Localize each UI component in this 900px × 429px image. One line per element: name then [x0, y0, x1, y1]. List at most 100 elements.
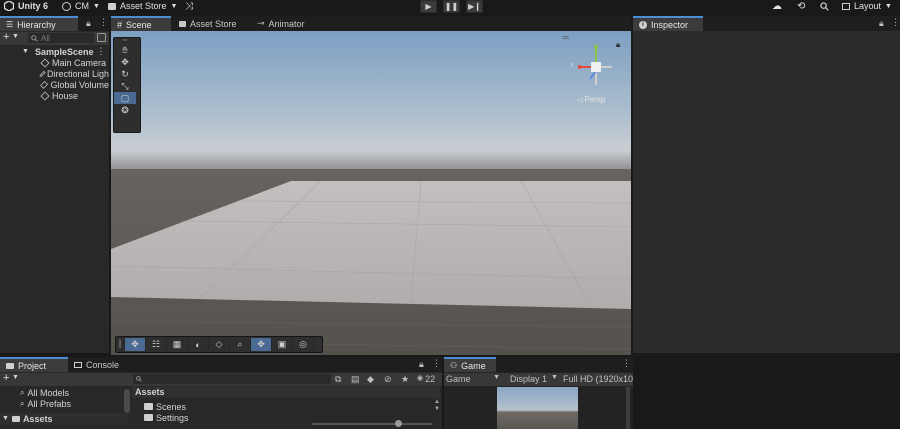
zoom-button[interactable]: ⌕: [230, 338, 251, 351]
resolution-select[interactable]: Full HD (1920x108: [563, 374, 633, 384]
tab-scene[interactable]: # Scene: [111, 16, 171, 31]
center-pivot-button[interactable]: ✥: [125, 338, 146, 351]
search-filter-icon[interactable]: [97, 33, 106, 42]
visible-count-toggle[interactable]: ◉ 22: [417, 374, 435, 384]
gameobject-icon: [40, 57, 50, 68]
layout-button[interactable]: Layout ▼: [842, 0, 892, 12]
more-icon[interactable]: ⋮: [891, 17, 900, 28]
global-toggle-button[interactable]: ☷: [146, 338, 167, 351]
asset-store-button[interactable]: Asset Store ▼: [108, 0, 177, 12]
search-by-label-icon[interactable]: ▤: [351, 374, 360, 385]
grid-snap-button[interactable]: ▦: [167, 338, 188, 351]
step-button[interactable]: ▶❙: [466, 0, 483, 13]
scene-view[interactable]: ═ ✋︎ ✥ ↻ ⤡ ▢ ❂ ═ 🔒︎ x ◁ Persp ║ ✥ ☷ ▦ ◐ …: [111, 31, 631, 355]
more-icon[interactable]: ⋮: [96, 46, 105, 57]
unity-menu[interactable]: Unity 6: [4, 0, 48, 12]
tab-hierarchy[interactable]: ☰ Hierarchy: [0, 16, 78, 31]
transform-tool-button[interactable]: ❂: [114, 104, 136, 116]
chevron-down-icon: ▼: [885, 2, 892, 10]
folder-item[interactable]: Scenes: [144, 401, 186, 412]
magnifier-icon: ⌕: [237, 339, 243, 349]
project-search-input[interactable]: [133, 374, 331, 384]
more-icon[interactable]: ⋮: [99, 17, 108, 28]
history-icon[interactable]: ⟲: [797, 0, 805, 12]
lock-icon[interactable]: 🔒︎: [879, 18, 884, 29]
assets-root-row[interactable]: ▼ Assets: [0, 413, 128, 424]
tab-animator[interactable]: ⊸ Animator: [251, 16, 311, 31]
top-toolbar: Unity 6 CM ▼ Asset Store ▼ ⤨ ▶ ❚❚ ▶❙ ☁ ⟲…: [0, 0, 900, 13]
assets-breadcrumb[interactable]: Assets: [132, 387, 440, 398]
add-icon[interactable]: +: [3, 372, 9, 384]
folder-icon: [11, 415, 20, 422]
hierarchy-item[interactable]: Global Volume: [0, 79, 109, 90]
visibility-button[interactable]: ▣: [272, 338, 293, 351]
account-button[interactable]: CM ▼: [62, 0, 100, 12]
chevron-down-icon[interactable]: ▼: [12, 374, 19, 381]
play-button[interactable]: ▶: [420, 0, 437, 13]
info-icon: i: [639, 20, 647, 29]
move-tool-button[interactable]: ✥: [114, 56, 136, 68]
tab-inspector[interactable]: i Inspector: [633, 16, 703, 31]
chevron-down-icon: ▼: [93, 2, 100, 10]
hierarchy-tree: ▼ SampleScene ⋮ Main Camera Directional …: [0, 46, 109, 101]
display-select[interactable]: Display 1 ▼: [510, 374, 558, 384]
scene-name: SampleScene: [34, 46, 94, 57]
add-icon[interactable]: +: [3, 31, 9, 43]
chevron-down-icon[interactable]: ▼: [12, 33, 19, 40]
persp-toggle[interactable]: ◁ Persp: [577, 95, 605, 104]
tab-console[interactable]: Console: [68, 357, 125, 372]
sliders-icon: ☷: [151, 339, 161, 349]
shading-mode-button[interactable]: ◐: [188, 338, 209, 351]
drag-handle-icon[interactable]: ║: [116, 338, 125, 351]
icon-size-slider[interactable]: [312, 423, 432, 425]
hidden-packages-icon[interactable]: ⊘: [384, 374, 392, 385]
hierarchy-toolbar: + ▼ All: [0, 31, 109, 45]
tab-game[interactable]: ⚇ Game: [444, 357, 496, 372]
icon-size-slider-thumb[interactable]: [395, 420, 402, 427]
scale-tool-button[interactable]: ⤡: [114, 80, 136, 92]
hierarchy-search-input[interactable]: All: [28, 33, 94, 43]
project-tree-item[interactable]: ⌕ All Prefabs: [0, 398, 128, 409]
draw-mode-button[interactable]: ◇: [209, 338, 230, 351]
tab-project[interactable]: Project: [0, 357, 68, 372]
pivot-icon: ✥: [131, 339, 139, 349]
pause-button[interactable]: ❚❚: [443, 0, 460, 13]
hierarchy-item[interactable]: Main Camera: [0, 57, 109, 68]
project-toolbar: + ▼ ⧉ ▤ ◆ ⊘ ★ ◉ 22: [0, 372, 442, 386]
search-icon[interactable]: [820, 0, 829, 12]
rect-tool-button[interactable]: ▢: [114, 92, 136, 104]
hand-tool-button[interactable]: ✋︎: [114, 44, 136, 56]
project-tree-item[interactable]: ⌕ All Models: [0, 387, 128, 398]
move-icon: ✥: [121, 56, 129, 67]
more-icon[interactable]: ⋮: [622, 358, 631, 369]
tree-scrollbar[interactable]: [124, 389, 130, 413]
hierarchy-panel: ☰ Hierarchy 🔒︎ ⋮ + ▼ All ▼ SampleScene ⋮…: [0, 16, 109, 353]
compass-icon: ◎: [299, 339, 307, 349]
favorite-star-icon[interactable]: ★: [401, 374, 409, 385]
lock-icon[interactable]: 🔒︎: [419, 359, 424, 370]
scene-row[interactable]: ▼ SampleScene ⋮: [0, 46, 109, 57]
orientation-gizmo-icon[interactable]: [566, 41, 626, 96]
lock-icon[interactable]: 🔒︎: [86, 18, 91, 29]
bag-icon: [108, 2, 116, 10]
gizmos-button[interactable]: ◎: [293, 338, 314, 351]
scroll-down-icon[interactable]: ▼: [434, 406, 440, 412]
game-scrollbar[interactable]: [626, 387, 630, 429]
scroll-up-icon[interactable]: ▲: [434, 399, 440, 405]
search-by-type-icon[interactable]: ⧉: [335, 374, 341, 385]
more-icon[interactable]: ⋮: [432, 358, 441, 369]
tab-asset-store[interactable]: Asset Store: [173, 16, 243, 31]
cloud-icon[interactable]: ☁: [772, 0, 782, 12]
hierarchy-item-label: House: [52, 90, 79, 101]
hierarchy-item[interactable]: House: [0, 90, 109, 101]
folder-item[interactable]: Settings: [144, 412, 189, 423]
hierarchy-item[interactable]: Directional Ligh: [0, 68, 109, 79]
display-value: Display 1: [510, 374, 548, 384]
assets-root-label: Assets: [22, 413, 53, 424]
hierarchy-item-label: Global Volume: [50, 79, 109, 90]
game-mode-select[interactable]: Game ▼: [446, 374, 500, 384]
version-control-icon[interactable]: ⤨: [185, 0, 193, 12]
move-handle-button[interactable]: ✥: [251, 338, 272, 351]
rotate-tool-button[interactable]: ↻: [114, 68, 136, 80]
label-icon[interactable]: ◆: [367, 374, 374, 385]
